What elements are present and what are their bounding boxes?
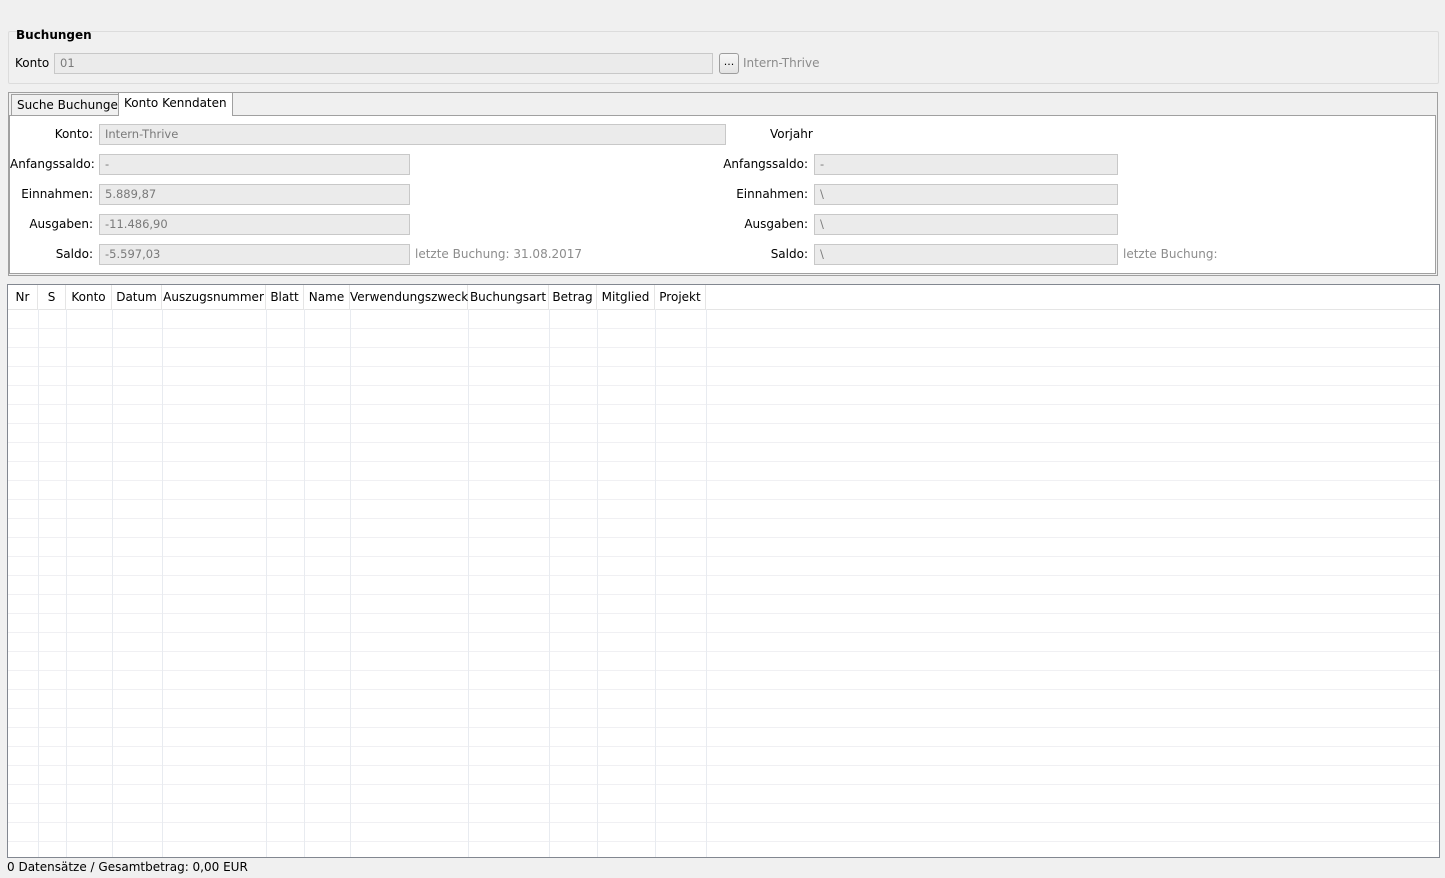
table-grid-row-line [8, 746, 1439, 747]
table-grid-col-line [468, 309, 469, 857]
tab-konto-kenndaten[interactable]: Konto Kenndaten [118, 92, 233, 116]
col-header-konto[interactable]: Konto [66, 285, 112, 309]
table-grid-col-line [549, 309, 550, 857]
kd-ausgaben-label: Ausgaben: [29, 217, 93, 231]
table-grid-row-line [8, 518, 1439, 519]
table-grid-col-line [304, 309, 305, 857]
table-grid-row-line [8, 765, 1439, 766]
table-grid-row-line [8, 366, 1439, 367]
kd-konto-field[interactable]: Intern-Thrive [99, 124, 726, 145]
col-header-buchungsart[interactable]: Buchungsart [468, 285, 549, 309]
table-grid-row-line [8, 651, 1439, 652]
konto-input[interactable]: 01 [54, 53, 713, 74]
table-grid-col-line [655, 309, 656, 857]
konto-label: Konto [15, 56, 50, 70]
table-grid-row-line [8, 575, 1439, 576]
table-grid-col-line [112, 309, 113, 857]
table-grid-row-line [8, 480, 1439, 481]
table-grid-row-line [8, 632, 1439, 633]
table-grid-col-line [597, 309, 598, 857]
table-grid-row-line [8, 784, 1439, 785]
table-grid-row-line [8, 803, 1439, 804]
table-grid-row-line [8, 461, 1439, 462]
table-grid-row-line [8, 442, 1439, 443]
vj-ausgaben-field[interactable]: \ [814, 214, 1118, 235]
kd-anfangssaldo-field[interactable]: - [99, 154, 410, 175]
table-grid-row-line [8, 727, 1439, 728]
konto-browse-button[interactable]: ... [719, 53, 739, 74]
table-grid-row-line [8, 499, 1439, 500]
buchungen-table[interactable]: Nr S Konto Datum Auszugsnummer Blatt Nam… [7, 284, 1440, 858]
table-grid-row-line [8, 347, 1439, 348]
table-grid-col-line [162, 309, 163, 857]
tab-suche-buchungen[interactable]: Suche Buchungen [11, 94, 132, 116]
col-header-name[interactable]: Name [304, 285, 350, 309]
kd-einnahmen-field[interactable]: 5.889,87 [99, 184, 410, 205]
kd-anfangssaldo-label: Anfangssaldo: [10, 157, 95, 171]
table-grid-col-line [66, 309, 67, 857]
col-header-projekt[interactable]: Projekt [655, 285, 706, 309]
table-grid-row-line [8, 613, 1439, 614]
table-grid-row-line [8, 385, 1439, 386]
kd-konto-label: Konto: [54, 127, 93, 141]
table-grid-row-line [8, 708, 1439, 709]
table-grid-row-line [8, 822, 1439, 823]
vj-anfangssaldo-field[interactable]: - [814, 154, 1118, 175]
kd-letzte-buchung: letzte Buchung: 31.08.2017 [415, 247, 583, 261]
col-header-auszugsnummer[interactable]: Auszugsnummer [162, 285, 266, 309]
table-grid-row-line [8, 689, 1439, 690]
kd-saldo-label: Saldo: [55, 247, 93, 261]
vj-letzte-buchung: letzte Buchung: [1123, 247, 1218, 261]
vj-einnahmen-field[interactable]: \ [814, 184, 1118, 205]
table-grid-row-line [8, 328, 1439, 329]
group-title: Buchungen [16, 28, 92, 42]
table-grid-row-line [8, 670, 1439, 671]
vj-ausgaben-label: Ausgaben: [744, 217, 808, 231]
table-grid-row-line [8, 423, 1439, 424]
vj-anfangssaldo-label: Anfangssaldo: [723, 157, 808, 171]
status-bar: 0 Datensätze / Gesamtbetrag: 0,00 EUR [7, 860, 248, 874]
vj-saldo-field[interactable]: \ [814, 244, 1118, 265]
table-grid-row-line [8, 556, 1439, 557]
table-body[interactable] [8, 309, 1439, 857]
col-header-verwendungszweck[interactable]: Verwendungszweck [350, 285, 468, 309]
kd-einnahmen-label: Einnahmen: [21, 187, 93, 201]
table-grid-col-line [706, 309, 707, 857]
table-grid-col-line [350, 309, 351, 857]
col-header-mitglied[interactable]: Mitglied [597, 285, 655, 309]
col-header-blatt[interactable]: Blatt [266, 285, 304, 309]
konto-name: Intern-Thrive [743, 56, 820, 70]
vj-saldo-label: Saldo: [770, 247, 808, 261]
kd-saldo-field[interactable]: -5.597,03 [99, 244, 410, 265]
table-grid-row-line [8, 594, 1439, 595]
vj-einnahmen-label: Einnahmen: [736, 187, 808, 201]
table-grid-row-line [8, 841, 1439, 842]
table-grid-col-line [38, 309, 39, 857]
col-header-betrag[interactable]: Betrag [549, 285, 597, 309]
vorjahr-title: Vorjahr [770, 127, 813, 141]
kd-ausgaben-field[interactable]: -11.486,90 [99, 214, 410, 235]
table-grid-row-line [8, 537, 1439, 538]
table-grid-row-line [8, 404, 1439, 405]
col-header-datum[interactable]: Datum [112, 285, 162, 309]
table-header: Nr S Konto Datum Auszugsnummer Blatt Nam… [8, 285, 1439, 310]
col-header-s[interactable]: S [38, 285, 66, 309]
table-grid-col-line [266, 309, 267, 857]
col-header-nr[interactable]: Nr [8, 285, 38, 309]
